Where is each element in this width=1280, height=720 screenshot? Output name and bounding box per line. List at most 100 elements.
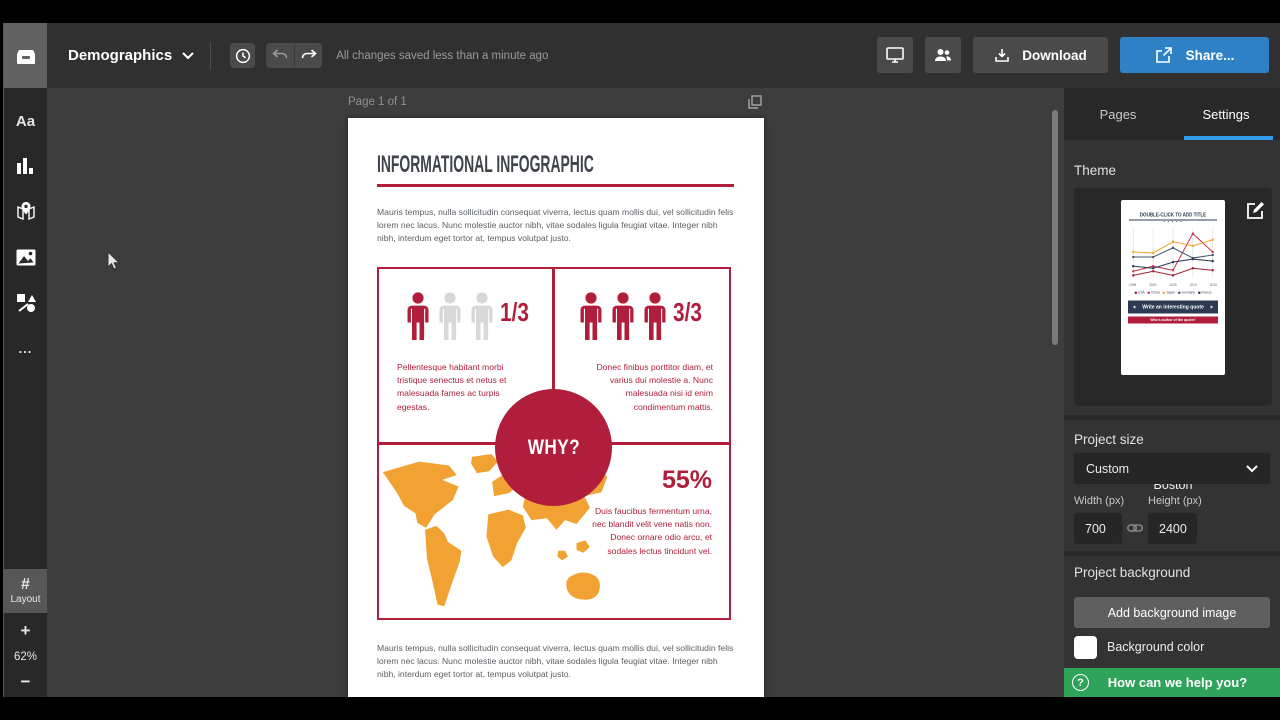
undo-icon [272,49,288,59]
link-dimensions-icon[interactable] [1127,521,1143,535]
active-tab-underline [1184,136,1273,140]
infographic-title[interactable]: INFORMATIONAL INFOGRAPHIC [377,151,594,179]
redo-icon [301,49,317,59]
sidebar-item-images[interactable] [4,245,47,269]
zoom-in-button[interactable]: + [4,618,47,644]
thumb-dots: • • • • • [1163,220,1183,224]
people-icons-right [577,291,669,343]
width-label: Width (px) [1074,495,1125,507]
thumb-x-labels: 1995 2000 2005 2010 2015 [1129,283,1217,288]
outro-paragraph[interactable]: Mauris tempus, nulla sollicitudin conseq… [377,642,735,681]
users-icon [935,49,951,61]
width-input[interactable] [1074,513,1122,544]
undo-button[interactable] [266,43,295,68]
project-name-dropdown[interactable]: Demographics [47,47,194,64]
more-icon: ... [18,340,33,356]
preview-button[interactable] [877,37,913,73]
intro-paragraph[interactable]: Mauris tempus, nulla sollicitudin conseq… [377,206,735,245]
plus-icon: + [20,621,31,640]
size-preset-value: Custom [1086,461,1130,476]
person-icon [644,292,666,340]
thumb-legend: USA China Japan Germany France [1121,291,1225,295]
redo-button[interactable] [294,43,323,68]
person-icon [439,292,461,340]
shapes-icon [16,294,36,312]
save-status: All changes saved less than a minute ago [336,49,549,62]
templates-icon [16,49,35,64]
map-pin-icon [16,202,35,221]
theme-heading: Theme [1074,163,1117,178]
tab-pages[interactable]: Pages [1064,88,1172,140]
stat-text-left: Pellentesque habitant morbi tristique se… [397,362,507,412]
canvas-area: Page 1 of 1 INFORMATIONAL INFOGRAPHIC Ma… [47,88,1064,697]
zoom-level: 62% [13,651,38,663]
sidebar-item-text[interactable]: Aa [4,109,47,133]
minus-icon: − [20,672,31,691]
star-icon: ★ [1209,304,1214,310]
why-label: WHY? [527,435,580,459]
layout-grid-icon: # [21,576,30,593]
stat-text-bottom: Duis faucibus fermentum urna, nec blandi… [592,506,712,556]
vertical-divider [552,269,555,391]
stat-value-left: 1/3 [500,297,529,327]
thumb-title: DOUBLE-CLICK TO ADD TITLE [1139,212,1207,218]
zoom-out-button[interactable]: − [4,669,47,695]
height-input[interactable] [1148,513,1197,544]
infographic-page[interactable]: INFORMATIONAL INFOGRAPHIC Mauris tempus,… [348,118,764,697]
background-color-swatch[interactable] [1074,636,1097,659]
download-label: Download [1022,47,1087,63]
clock-icon [235,48,250,63]
history-button[interactable] [230,43,256,68]
app-window: Demographics All changes saved less than… [0,0,1280,720]
download-button[interactable]: Download [973,37,1108,73]
layout-button[interactable]: # Layout [4,569,47,613]
person-icon [471,292,493,340]
thumb-line-chart [1132,228,1214,278]
background-color-label: Background color [1107,640,1205,654]
theme-thumbnail: DOUBLE-CLICK TO ADD TITLE • • • • • 1995… [1121,200,1225,375]
section-divider [1064,415,1280,420]
page-indicator: Page 1 of 1 [348,96,407,108]
sidebar-item-charts[interactable] [4,154,47,178]
tab-settings[interactable]: Settings [1172,88,1280,140]
sidebar-item-maps[interactable] [4,199,47,223]
mouse-cursor [107,251,121,270]
sidebar-item-templates[interactable] [4,23,47,88]
bar-chart-icon [16,158,33,174]
duplicate-page-button[interactable] [748,95,762,109]
text-icon: Aa [15,112,36,130]
collaborate-button[interactable] [925,37,961,73]
chevron-down-icon [182,51,194,59]
stat-value-right: 3/3 [673,297,702,327]
person-icon [407,292,429,340]
chevron-down-icon [1246,464,1258,472]
person-icon [612,292,634,340]
stat-value-bottom: 55% [661,466,712,494]
canvas-scrollbar[interactable] [1052,110,1058,345]
theme-card[interactable]: DOUBLE-CLICK TO ADD TITLE • • • • • 1995… [1074,188,1272,492]
settings-panel: Pages Settings Theme DOUBLE-CLICK TO ADD… [1064,88,1280,697]
sidebar-item-more[interactable]: ... [4,336,47,360]
thumb-quote-banner: ★ Write an interesting quote ★ [1128,300,1218,314]
add-background-image-button[interactable]: Add background image [1074,597,1270,628]
download-icon [995,49,1010,62]
project-name: Demographics [68,47,173,64]
edit-icon [1247,202,1264,219]
size-preset-select[interactable]: Custom [1074,453,1270,484]
stats-box[interactable]: 1/3 Pellentesque habitant morbi tristiqu… [377,267,731,620]
project-background-heading: Project background [1074,565,1191,580]
panel-tabbar: Pages Settings [1064,88,1280,140]
thumb-quote-author: Who's author of the quote? [1128,316,1218,324]
layout-label: Layout [10,594,41,605]
help-button[interactable]: ? How can we help you? [1064,668,1280,697]
duplicate-page-icon [748,95,762,109]
toolbar-divider [210,41,212,70]
height-label: Height (px) [1148,495,1202,507]
image-icon [16,249,35,265]
share-label: Share... [1185,47,1235,63]
star-icon: ★ [1132,304,1137,310]
share-button[interactable]: Share... [1120,37,1269,73]
edit-theme-button[interactable] [1246,201,1265,220]
sidebar-item-icons[interactable] [4,291,47,315]
monitor-icon [886,47,904,63]
